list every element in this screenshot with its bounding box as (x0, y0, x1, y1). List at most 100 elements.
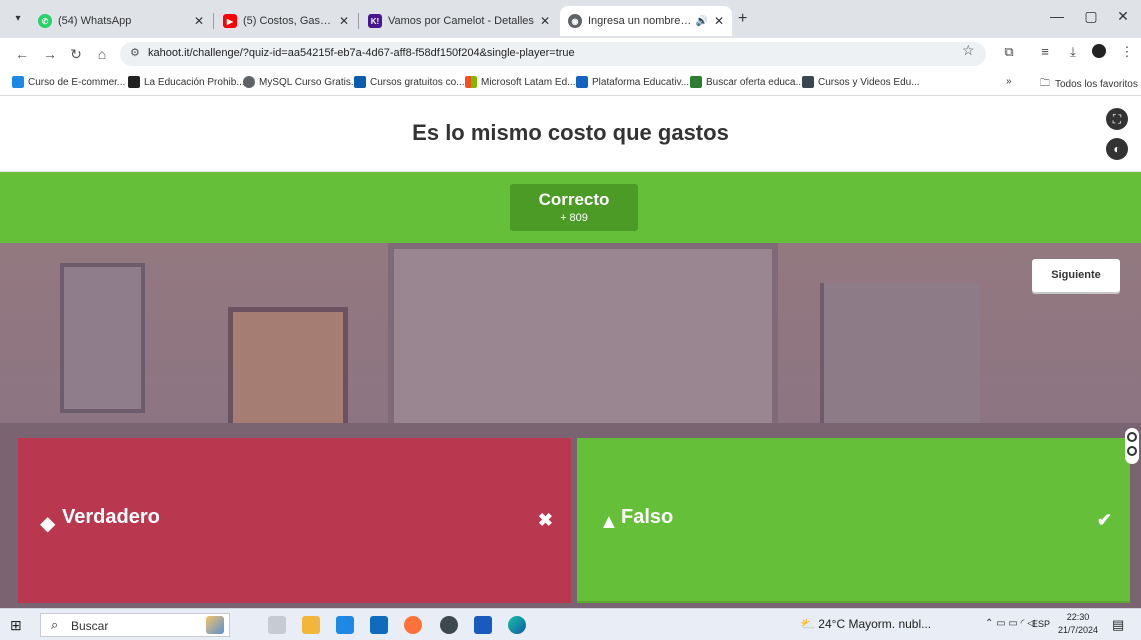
edge-icon[interactable] (508, 616, 526, 634)
result-points: + 809 (560, 212, 588, 224)
close-window-icon[interactable]: ✕ (1108, 8, 1138, 25)
weather-widget[interactable]: ⛅ 24°C Mayorm. nubl... (800, 617, 931, 631)
menu-icon[interactable]: ⋮ (1118, 44, 1136, 60)
result-box: Correcto + 809 (510, 184, 638, 231)
bookmark-item[interactable]: Curso de E-commer... (12, 76, 125, 88)
sound-icon[interactable]: ◐ (1106, 138, 1128, 160)
all-bookmarks-button[interactable]: 🗀 Todos los favoritos (1040, 76, 1138, 93)
question-title: Es lo mismo costo que gastos (412, 120, 729, 145)
tab-search-chevron-icon[interactable]: ▾ (8, 10, 28, 28)
extensions-icon[interactable]: ⧉ (1000, 44, 1018, 60)
answer-label: Falso (621, 506, 674, 528)
triangle-icon: ▲ (599, 511, 619, 533)
bookmarks-bar: Curso de E-commer... La Educación Prohib… (0, 70, 1141, 96)
weather-text: 24°C Mayorm. nubl... (818, 617, 932, 631)
notification-icon[interactable]: ▤ (1112, 617, 1124, 633)
maximize-icon[interactable]: ▢ (1076, 8, 1106, 25)
weather-cloud-icon: ⛅ (800, 617, 815, 631)
wifi-icon[interactable]: ◜ (1021, 618, 1025, 629)
bookmark-label: Microsoft Latam Ed... (481, 76, 576, 88)
tab-title: (5) Costos, Gastos, Ingresos e In (243, 15, 333, 27)
tab-title: (54) WhatsApp (58, 15, 132, 27)
fullscreen-icon[interactable]: ⛶ (1106, 108, 1128, 130)
tab-kahoot-active[interactable]: ◉ Ingresa un nombre - Kahoo 🔊 ✕ (560, 6, 732, 36)
download-icon[interactable]: ⤓ (1064, 44, 1082, 60)
tab-title: Ingresa un nombre - Kahoo (588, 15, 691, 27)
microsoft-icon (465, 76, 477, 88)
system-tray[interactable]: ⌃ ▭ ▭ ◜ ◁ (985, 618, 1035, 629)
close-tab-icon[interactable]: ✕ (714, 14, 724, 28)
forward-icon[interactable]: → (40, 44, 60, 64)
bookmark-item[interactable]: Microsoft Latam Ed... (465, 76, 575, 88)
home-icon[interactable]: ⌂ (92, 44, 112, 64)
mail-icon[interactable] (370, 616, 388, 634)
bookmark-item[interactable]: Buscar oferta educa... (690, 76, 804, 88)
back-icon[interactable]: ← (12, 44, 32, 64)
word-icon[interactable] (474, 616, 492, 634)
address-url[interactable]: kahoot.it/challenge/?quiz-id=aa54215f-eb… (148, 47, 575, 59)
tab-divider (213, 13, 214, 29)
answer-option-verdadero[interactable]: ◆ Verdadero ✖ (18, 438, 571, 603)
tab-title: Vamos por Camelot - Detalles (388, 15, 534, 27)
bookmark-label: Cursos y Videos Edu... (818, 76, 920, 88)
bookmark-icon (128, 76, 140, 88)
answer-option-falso[interactable]: ▲ Falso ✔ (577, 438, 1130, 603)
profile-avatar[interactable] (1092, 44, 1106, 58)
background-picture-frame (60, 263, 145, 413)
calendar-app-icon[interactable] (336, 616, 354, 634)
bookmark-item[interactable]: MySQL Curso Gratis... (243, 76, 359, 88)
tab-youtube[interactable]: ▶ (5) Costos, Gastos, Ingresos e In ✕ (215, 6, 357, 36)
next-button[interactable]: Siguiente (1032, 259, 1120, 292)
close-widget-icon[interactable] (1127, 432, 1137, 442)
search-icon: ⌕ (51, 617, 59, 632)
youtube-icon: ▶ (223, 14, 237, 28)
firefox-icon[interactable] (404, 616, 422, 634)
clock-time: 22:30 (1066, 612, 1090, 622)
battery-icon[interactable]: ▭ (1008, 618, 1017, 629)
whatsapp-icon: ✆ (38, 14, 52, 28)
taskbar: ⊞ ⌕ Buscar ⛅ 24°C Mayorm. nubl... ⌃ ▭ ▭ … (0, 608, 1141, 640)
address-bar[interactable]: ⚙ kahoot.it/challenge/?quiz-id=aa54215f-… (120, 42, 986, 66)
tab-kahoot-camelot[interactable]: K! Vamos por Camelot - Detalles ✕ (360, 6, 558, 36)
bookmark-label: Plataforma Educativ... (592, 76, 690, 88)
speaker-icon[interactable]: 🔊 (695, 16, 707, 27)
chrome-icon[interactable] (440, 616, 458, 634)
minimize-icon[interactable]: — (1042, 8, 1072, 24)
globe-icon (243, 76, 255, 88)
bookmark-label: Cursos gratuitos co... (370, 76, 465, 88)
side-widget[interactable] (1125, 428, 1139, 464)
taskbar-search[interactable]: ⌕ Buscar (40, 613, 230, 637)
bookmark-icon (576, 76, 588, 88)
bookmarks-overflow-button[interactable]: » (1006, 76, 1012, 87)
network-icon[interactable]: ▭ (996, 618, 1005, 629)
close-tab-icon[interactable]: ✕ (194, 14, 204, 28)
tab-whatsapp[interactable]: ✆ (54) WhatsApp ✕ (30, 6, 212, 36)
question-header: Es lo mismo costo que gastos ⛶ ◐ (0, 96, 1141, 172)
new-tab-button[interactable]: + (738, 10, 747, 28)
bookmark-item[interactable]: La Educación Prohib... (128, 76, 245, 88)
close-tab-icon[interactable]: ✕ (540, 14, 550, 28)
clock[interactable]: 22:30 21/7/2024 (1056, 611, 1100, 637)
reload-icon[interactable]: ↻ (66, 44, 86, 64)
windows-start-icon[interactable]: ⊞ (10, 617, 22, 634)
close-tab-icon[interactable]: ✕ (339, 14, 349, 28)
site-info-icon[interactable]: ⚙ (130, 46, 140, 59)
correct-check-icon: ✔ (1096, 510, 1112, 530)
task-view-icon[interactable] (268, 616, 286, 634)
bookmark-item[interactable]: Plataforma Educativ... (576, 76, 689, 88)
folder-icon: 🗀 (1040, 78, 1050, 89)
tray-chevron-icon[interactable]: ⌃ (985, 618, 993, 629)
reading-list-icon[interactable]: ≡ (1036, 44, 1054, 59)
diamond-icon: ◆ (40, 513, 56, 535)
taskbar-search-text[interactable]: Buscar (71, 619, 108, 633)
bookmark-item[interactable]: Cursos gratuitos co... (354, 76, 464, 88)
background-window (388, 243, 778, 433)
result-banner: Correcto + 809 (0, 172, 1141, 243)
beach-widget-icon[interactable] (206, 616, 224, 634)
bookmark-item[interactable]: Cursos y Videos Edu... (802, 76, 920, 88)
file-explorer-icon[interactable] (302, 616, 320, 634)
bookmark-star-icon[interactable]: ☆ (962, 42, 975, 59)
widget-icon[interactable] (1127, 446, 1137, 456)
language-indicator[interactable]: ESP (1032, 619, 1050, 629)
tab-divider (358, 13, 359, 29)
